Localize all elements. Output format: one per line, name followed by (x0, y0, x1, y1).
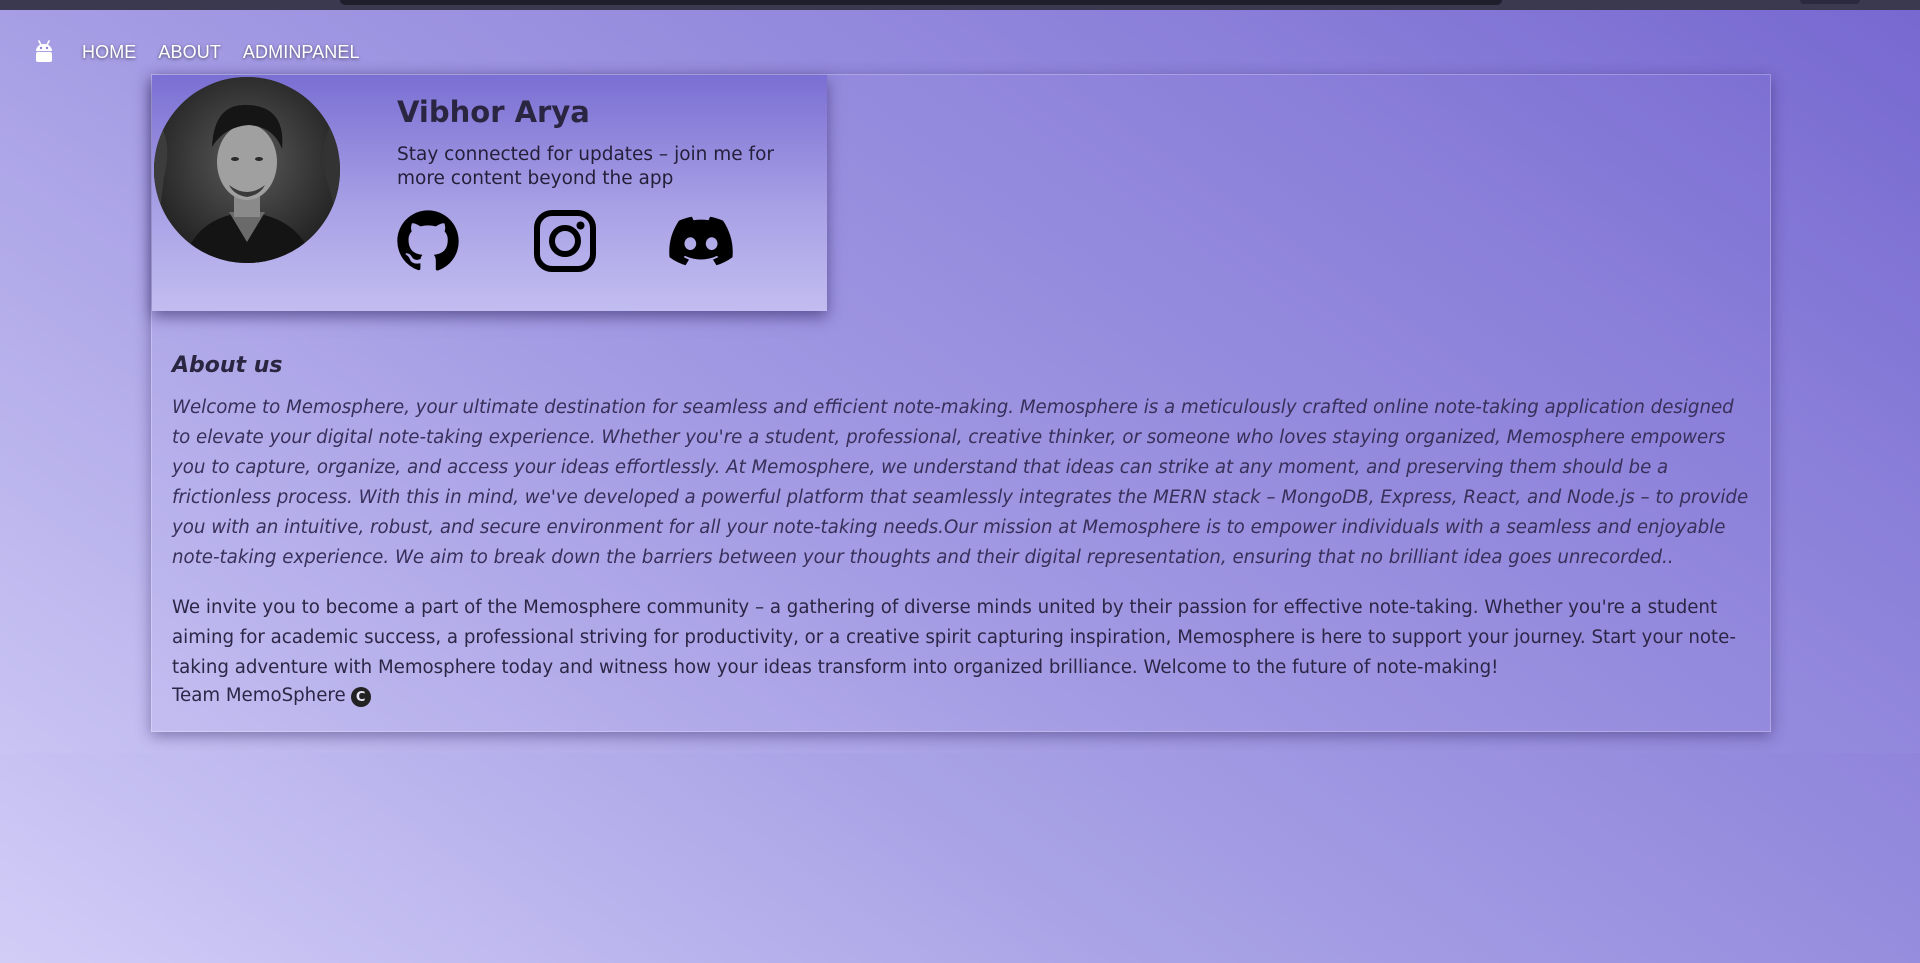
browser-top-strip (0, 0, 1920, 10)
signature: Team MemoSphere C (172, 684, 371, 707)
nav-adminpanel-link[interactable]: ADMINPANEL (243, 42, 360, 63)
about-heading: About us (172, 353, 283, 378)
profile-name: Vibhor Arya (397, 95, 590, 129)
navbar: HOME ABOUT ADMINPANEL (30, 36, 360, 68)
profile-tagline: Stay connected for updates – join me for… (397, 144, 774, 189)
android-icon[interactable] (30, 36, 58, 68)
github-icon[interactable] (396, 209, 460, 273)
nav-home-link[interactable]: HOME (82, 42, 136, 63)
about-paragraph-invite: We invite you to become a part of the Me… (172, 597, 1736, 678)
instagram-icon[interactable] (533, 209, 597, 273)
discord-icon[interactable] (669, 209, 733, 273)
copyright-icon: C (350, 687, 371, 707)
toolbar-button-edge (1800, 0, 1860, 4)
nav-about-link[interactable]: ABOUT (158, 42, 221, 63)
profile-card: Vibhor Arya Stay connected for updates –… (152, 75, 827, 311)
signature-text: Team MemoSphere (172, 685, 346, 706)
avatar (154, 77, 340, 263)
about-paragraph-intro: Welcome to Memosphere, your ultimate des… (172, 397, 1749, 568)
about-card: Vibhor Arya Stay connected for updates –… (151, 74, 1771, 732)
address-bar-edge (340, 0, 1502, 5)
